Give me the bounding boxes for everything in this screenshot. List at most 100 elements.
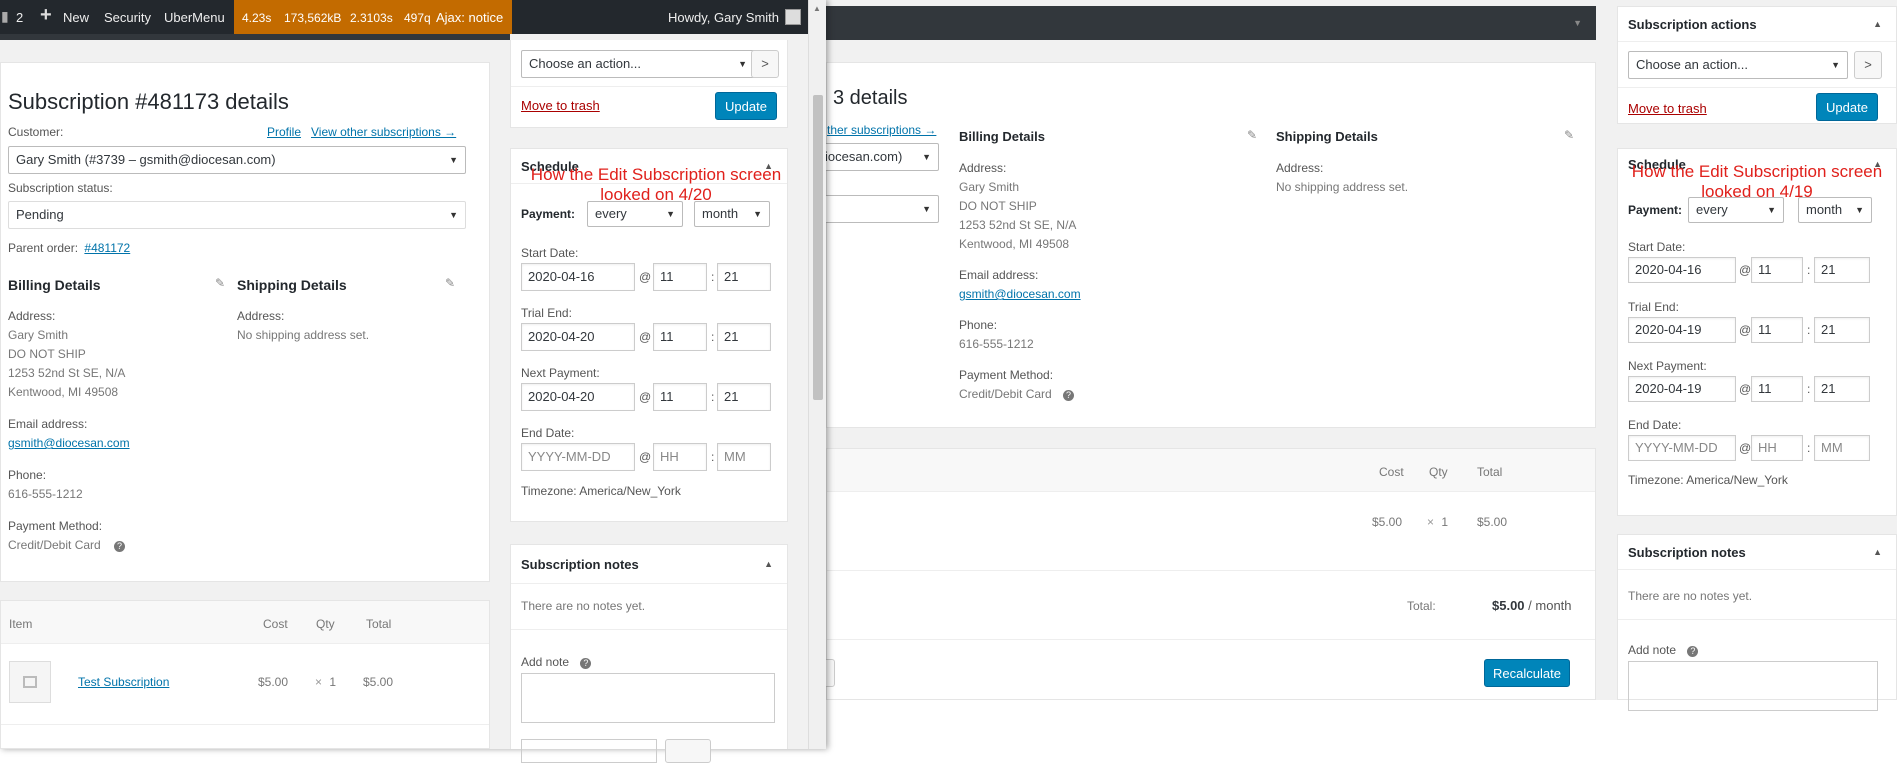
- end-hour-input[interactable]: HH: [653, 443, 707, 471]
- item-name-link[interactable]: Test Subscription: [78, 675, 169, 689]
- next-payment-date-input[interactable]: 2020-04-20: [521, 383, 635, 411]
- at-separator: @: [1739, 382, 1752, 396]
- background-start-hour-input[interactable]: 11: [1751, 257, 1803, 283]
- billing-address-label: Address:: [8, 309, 56, 323]
- background-next-minute-input[interactable]: 21: [1814, 376, 1870, 402]
- note-type-select[interactable]: [521, 739, 657, 763]
- background-end-minute-input[interactable]: MM: [1814, 435, 1870, 461]
- background-total-value: $5.00 / month: [1492, 598, 1572, 613]
- background-add-note-textarea[interactable]: [1628, 661, 1878, 711]
- background-items-panel: Cost Qty Total $5.00 × 1 $5.00 Total: $5…: [807, 448, 1596, 700]
- next-payment-hour-input[interactable]: 11: [653, 383, 707, 411]
- qm-queries: 497q: [404, 11, 431, 25]
- next-payment-minute-input[interactable]: 21: [717, 383, 771, 411]
- background-email-link[interactable]: gsmith@diocesan.com: [959, 287, 1081, 301]
- scroll-up-arrow-icon[interactable]: ▲: [813, 4, 821, 13]
- pencil-icon[interactable]: ✎: [215, 276, 225, 290]
- help-icon[interactable]: ?: [1687, 646, 1699, 657]
- qm-ajax-notice: Ajax: notice: [436, 10, 504, 25]
- divider: [1618, 87, 1896, 88]
- background-trial-date-input[interactable]: 2020-04-19: [1628, 317, 1736, 343]
- profile-link[interactable]: Profile: [267, 125, 301, 139]
- at-separator: @: [639, 450, 652, 464]
- avatar[interactable]: [785, 9, 801, 25]
- background-billing-address-label: Address:: [959, 161, 1007, 175]
- subscription-details-panel: Subscription #481173 details Customer: P…: [0, 62, 490, 582]
- comment-icon[interactable]: ▮: [1, 8, 9, 25]
- collapse-triangle-icon[interactable]: ▲: [764, 559, 773, 569]
- background-status-select[interactable]: ▼: [817, 195, 939, 223]
- pencil-icon[interactable]: ✎: [445, 276, 455, 290]
- background-other-subscriptions-link[interactable]: ther subscriptions →: [827, 123, 936, 137]
- background-end-label: End Date:: [1628, 418, 1682, 432]
- scrollbar-thumb[interactable]: [813, 95, 823, 400]
- help-icon[interactable]: ?: [580, 658, 592, 669]
- cost-header: Cost: [263, 617, 288, 631]
- trial-end-hour-input[interactable]: 11: [653, 323, 707, 351]
- start-hour-input[interactable]: 11: [653, 263, 707, 291]
- move-to-trash-link[interactable]: Move to trash: [521, 98, 600, 113]
- scrollbar-track[interactable]: ▲: [808, 0, 826, 749]
- background-end-date-input[interactable]: YYYY-MM-DD: [1628, 435, 1736, 461]
- query-monitor-menu[interactable]: 4.23s 173,562kB 2.3103s 497q Ajax: notic…: [234, 0, 512, 34]
- comments-count[interactable]: 2: [16, 10, 23, 25]
- customer-label: Customer:: [8, 125, 64, 139]
- payment-method-value: Credit/Debit Card ?: [8, 538, 126, 552]
- background-customer-select[interactable]: iocesan.com) ▼: [817, 143, 939, 171]
- background-move-to-trash-link[interactable]: Move to trash: [1628, 101, 1707, 116]
- shipping-details-header: Shipping Details: [237, 277, 347, 293]
- view-other-subscriptions-link[interactable]: View other subscriptions →: [311, 125, 456, 139]
- howdy-user[interactable]: Howdy, Gary Smith: [668, 10, 779, 25]
- background-next-hour-input[interactable]: 11: [1751, 376, 1803, 402]
- background-start-date-input[interactable]: 2020-04-16: [1628, 257, 1736, 283]
- help-icon[interactable]: ?: [1063, 390, 1075, 401]
- items-header-row: [1, 601, 489, 644]
- action-select[interactable]: Choose an action... ▼: [521, 50, 755, 78]
- add-note-button[interactable]: [665, 739, 711, 763]
- background-end-hour-input[interactable]: HH: [1751, 435, 1803, 461]
- background-action-go-button[interactable]: >: [1854, 51, 1882, 79]
- background-action-select[interactable]: Choose an action... ▼: [1628, 51, 1848, 79]
- colon-separator: :: [711, 270, 715, 284]
- action-go-button[interactable]: >: [751, 50, 779, 78]
- background-trial-hour-input[interactable]: 11: [1751, 317, 1803, 343]
- colon-separator: :: [711, 390, 715, 404]
- ubermenu-menu[interactable]: UberMenu: [164, 10, 225, 25]
- start-minute-input[interactable]: 21: [717, 263, 771, 291]
- trial-end-label: Trial End:: [521, 306, 572, 320]
- background-start-minute-input[interactable]: 21: [1814, 257, 1870, 283]
- help-icon[interactable]: ?: [114, 541, 126, 552]
- pencil-icon[interactable]: ✎: [1564, 128, 1574, 142]
- end-minute-input[interactable]: MM: [717, 443, 771, 471]
- recalculate-button[interactable]: Recalculate: [1484, 659, 1570, 687]
- start-date-input[interactable]: 2020-04-16: [521, 263, 635, 291]
- background-shipping-address-label: Address:: [1276, 161, 1324, 175]
- trial-end-minute-input[interactable]: 21: [717, 323, 771, 351]
- email-link[interactable]: gsmith@diocesan.com: [8, 436, 130, 450]
- collapse-triangle-icon[interactable]: ▲: [1873, 547, 1882, 557]
- customer-select[interactable]: Gary Smith (#3739 – gsmith@diocesan.com)…: [8, 146, 466, 174]
- trial-end-date-input[interactable]: 2020-04-20: [521, 323, 635, 351]
- update-button[interactable]: Update: [715, 92, 777, 120]
- security-menu[interactable]: Security: [104, 10, 151, 25]
- collapse-triangle-icon[interactable]: ▲: [1873, 19, 1882, 29]
- background-add-note-label: Add note ?: [1628, 643, 1699, 657]
- divider: [1618, 619, 1896, 620]
- parent-order-link[interactable]: #481172: [84, 241, 130, 255]
- background-trial-minute-input[interactable]: 21: [1814, 317, 1870, 343]
- background-cost-header: Cost: [1379, 465, 1404, 479]
- end-date-input[interactable]: YYYY-MM-DD: [521, 443, 635, 471]
- background-subscription-actions-panel: Subscription actions ▲ Choose an action.…: [1617, 6, 1897, 124]
- background-next-date-input[interactable]: 2020-04-19: [1628, 376, 1736, 402]
- pencil-icon[interactable]: ✎: [1247, 128, 1257, 142]
- plus-icon[interactable]: +: [40, 4, 52, 27]
- chevron-down-icon: ▼: [922, 152, 931, 162]
- new-menu[interactable]: New: [63, 10, 89, 25]
- subscription-status-select[interactable]: Pending ▼: [8, 201, 466, 229]
- admin-bar: ▮ 2 + New Security UberMenu 4.23s 173,56…: [0, 0, 826, 34]
- payment-label: Payment:: [521, 207, 576, 221]
- add-note-textarea[interactable]: [521, 673, 775, 723]
- foreground-screenshot: ▮ 2 + New Security UberMenu 4.23s 173,56…: [0, 0, 826, 763]
- background-update-button[interactable]: Update: [1816, 93, 1878, 121]
- phone-label: Phone:: [8, 468, 47, 482]
